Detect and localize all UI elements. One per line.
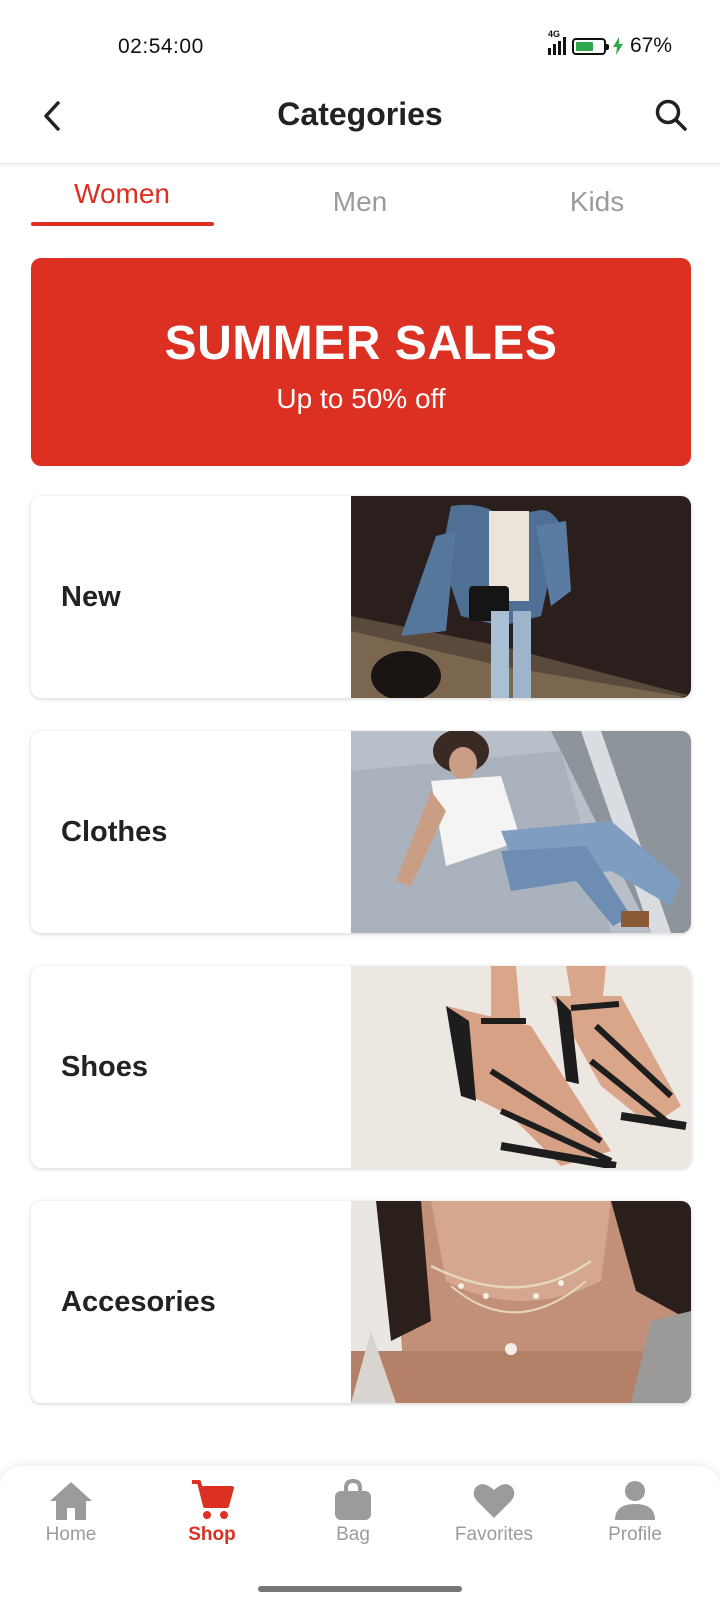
status-indicators: 4G 67%	[547, 29, 672, 58]
bottom-navigation: Home Shop Bag Favorites Profile	[0, 1466, 720, 1600]
category-card-new[interactable]: New	[31, 496, 691, 698]
nav-profile[interactable]: Profile	[575, 1478, 695, 1546]
status-bar: 02:54:00 4G 67%	[0, 0, 720, 76]
battery-icon	[571, 37, 609, 55]
nav-label: Profile	[608, 1524, 662, 1545]
battery-percent: 67%	[629, 34, 672, 57]
tab-kids[interactable]: Kids	[507, 186, 687, 230]
nav-favorites[interactable]: Favorites	[434, 1478, 554, 1546]
nav-label: Shop	[188, 1524, 236, 1545]
category-card-shoes[interactable]: Shoes	[31, 966, 691, 1168]
tab-men[interactable]: Men	[270, 186, 450, 230]
category-label: Clothes	[61, 815, 168, 848]
nav-label: Favorites	[454, 1524, 534, 1545]
category-label: New	[61, 580, 121, 613]
home-indicator[interactable]	[258, 1586, 462, 1592]
nav-label: Bag	[336, 1524, 370, 1545]
banner-subtitle: Up to 50% off	[276, 383, 446, 414]
category-card-clothes[interactable]: Clothes	[31, 731, 691, 933]
page-title: Categories	[277, 96, 443, 132]
nav-home[interactable]: Home	[11, 1478, 131, 1546]
profile-icon	[615, 1481, 655, 1520]
charging-icon	[612, 37, 623, 55]
active-tab-indicator	[31, 222, 214, 226]
nav-label: Home	[45, 1524, 97, 1545]
category-card-accesories[interactable]: Accesories	[31, 1201, 691, 1403]
category-image-accesories	[351, 1201, 691, 1403]
search-button[interactable]	[648, 92, 694, 138]
tab-women[interactable]: Women	[32, 178, 212, 222]
status-time: 02:54:00	[118, 35, 204, 58]
nav-shop[interactable]: Shop	[152, 1478, 272, 1546]
category-label: Shoes	[61, 1050, 149, 1083]
heart-icon	[473, 1484, 515, 1518]
bag-icon	[335, 1478, 371, 1520]
network-type: 4G	[547, 29, 560, 39]
category-label: Accesories	[61, 1285, 216, 1318]
home-icon	[50, 1482, 92, 1520]
category-tabs: Women Men Kids	[0, 166, 720, 230]
signal-icon: 4G	[547, 29, 566, 55]
category-image-clothes	[351, 731, 691, 933]
category-image-shoes	[351, 966, 691, 1168]
banner-title: SUMMER SALES	[164, 317, 558, 370]
summer-sales-banner[interactable]: SUMMER SALES Up to 50% off	[31, 258, 691, 466]
app-header: Categories	[0, 76, 720, 164]
cart-icon	[192, 1480, 234, 1519]
search-icon	[655, 99, 687, 131]
nav-bag[interactable]: Bag	[293, 1478, 413, 1546]
category-image-new	[351, 496, 691, 698]
